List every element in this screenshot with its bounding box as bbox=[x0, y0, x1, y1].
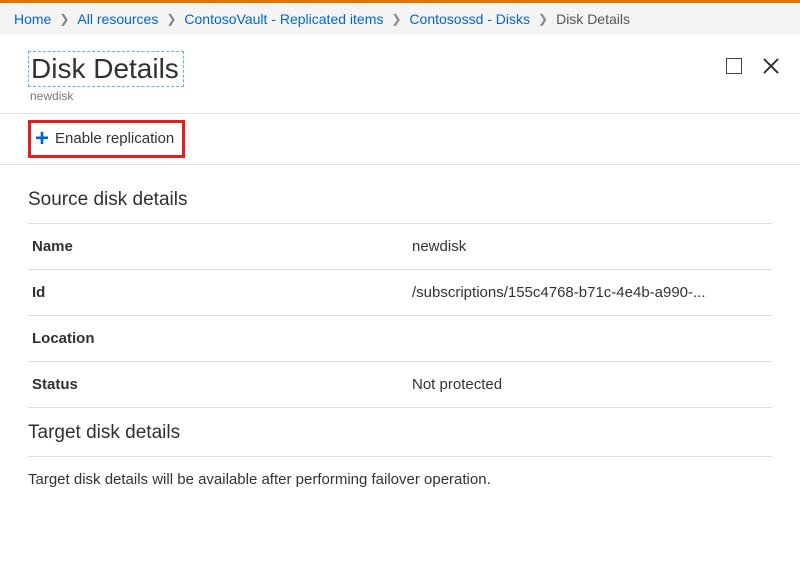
close-icon[interactable] bbox=[762, 57, 780, 75]
breadcrumb-home[interactable]: Home bbox=[12, 11, 53, 27]
row-value-status: Not protected bbox=[412, 376, 768, 393]
table-row: Status Not protected bbox=[28, 362, 772, 408]
source-table: Name newdisk Id /subscriptions/155c4768-… bbox=[28, 223, 772, 408]
chevron-right-icon: ❯ bbox=[166, 12, 176, 26]
chevron-right-icon: ❯ bbox=[59, 12, 69, 26]
breadcrumb: Home ❯ All resources ❯ ContosoVault - Re… bbox=[0, 3, 800, 35]
pin-icon[interactable] bbox=[726, 58, 742, 74]
enable-replication-button[interactable]: + Enable replication bbox=[28, 120, 185, 158]
breadcrumb-current: Disk Details bbox=[554, 11, 632, 27]
breadcrumb-vault[interactable]: ContosoVault - Replicated items bbox=[182, 11, 385, 27]
breadcrumb-all-resources[interactable]: All resources bbox=[75, 11, 160, 27]
table-row: Name newdisk bbox=[28, 224, 772, 270]
plus-icon: + bbox=[35, 127, 49, 151]
table-row: Id /subscriptions/155c4768-b71c-4e4b-a99… bbox=[28, 270, 772, 316]
row-label-location: Location bbox=[32, 330, 412, 347]
row-label-status: Status bbox=[32, 376, 412, 393]
enable-replication-label: Enable replication bbox=[55, 130, 174, 147]
header: Disk Details newdisk bbox=[0, 35, 800, 114]
source-section-title: Source disk details bbox=[28, 189, 772, 211]
table-row: Location bbox=[28, 316, 772, 362]
target-note: Target disk details will be available af… bbox=[28, 456, 772, 488]
page-title: Disk Details bbox=[28, 51, 184, 87]
row-value-id: /subscriptions/155c4768-b71c-4e4b-a990-.… bbox=[412, 284, 768, 301]
row-value-name: newdisk bbox=[412, 238, 768, 255]
row-label-id: Id bbox=[32, 284, 412, 301]
chevron-right-icon: ❯ bbox=[538, 12, 548, 26]
chevron-right-icon: ❯ bbox=[391, 12, 401, 26]
breadcrumb-disks[interactable]: Contosossd - Disks bbox=[407, 11, 532, 27]
target-section-title: Target disk details bbox=[28, 422, 772, 444]
page-subtitle: newdisk bbox=[30, 89, 184, 103]
toolbar: + Enable replication bbox=[0, 114, 800, 165]
content: Source disk details Name newdisk Id /sub… bbox=[0, 165, 800, 498]
row-label-name: Name bbox=[32, 238, 412, 255]
